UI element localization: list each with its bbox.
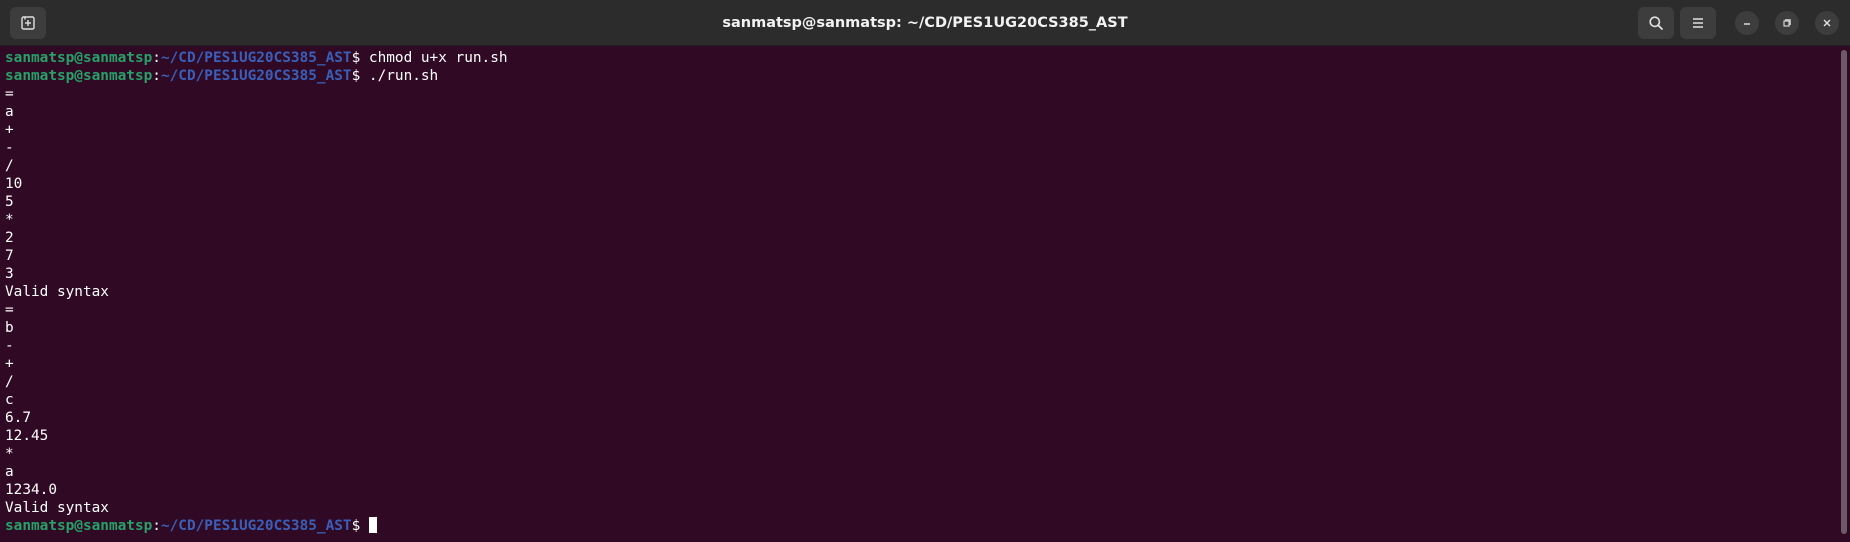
prompt-colon: : <box>152 518 161 534</box>
output-line: a <box>5 104 14 120</box>
command-text: ./run.sh <box>360 68 439 84</box>
prompt-colon: : <box>152 50 161 66</box>
output-line: 3 <box>5 266 14 282</box>
prompt-path: ~/CD/PES1UG20CS385_AST <box>160 50 352 66</box>
command-line: sanmatsp@sanmatsp:~/CD/PES1UG20CS385_AST… <box>5 49 1850 67</box>
close-icon <box>1823 19 1831 27</box>
output-line: / <box>5 374 14 390</box>
output-line: - <box>5 338 14 354</box>
prompt-user-host: sanmatsp@sanmatsp <box>5 518 153 534</box>
prompt-symbol: $ <box>351 518 361 534</box>
output-line: + <box>5 122 14 138</box>
command-line: sanmatsp@sanmatsp:~/CD/PES1UG20CS385_AST… <box>5 67 1850 85</box>
output-line: Valid syntax <box>5 284 109 300</box>
output-line: * <box>5 446 14 462</box>
output-line: 1234.0 <box>5 482 57 498</box>
menu-button[interactable] <box>1680 7 1716 39</box>
output-line: 10 <box>5 176 23 192</box>
prompt-user-host: sanmatsp@sanmatsp <box>5 50 153 66</box>
prompt-path: ~/CD/PES1UG20CS385_AST <box>160 68 352 84</box>
output-line: b <box>5 320 14 336</box>
output-line: * <box>5 212 14 228</box>
maximize-button[interactable] <box>1775 11 1799 35</box>
window-title: sanmatsp@sanmatsp: ~/CD/PES1UG20CS385_AS… <box>722 15 1128 31</box>
output-line: a <box>5 464 14 480</box>
terminal-output[interactable]: sanmatsp@sanmatsp:~/CD/PES1UG20CS385_AST… <box>0 46 1850 542</box>
restore-icon <box>1783 19 1791 27</box>
search-button[interactable] <box>1638 7 1674 39</box>
output-line: Valid syntax <box>5 500 109 516</box>
hamburger-menu-icon <box>1693 18 1703 28</box>
title-bar: sanmatsp@sanmatsp: ~/CD/PES1UG20CS385_AS… <box>0 0 1850 46</box>
search-icon <box>1649 16 1663 30</box>
output-line: = <box>5 86 14 102</box>
output-line: + <box>5 356 14 372</box>
output-line: 12.45 <box>5 428 49 444</box>
prompt-symbol: $ <box>351 68 361 84</box>
minimize-button[interactable] <box>1735 11 1759 35</box>
text-cursor[interactable] <box>368 517 377 533</box>
minimize-icon <box>1744 23 1750 25</box>
scrollbar[interactable] <box>1841 50 1847 534</box>
output-line: - <box>5 140 14 156</box>
close-button[interactable] <box>1815 11 1839 35</box>
terminal-window: sanmatsp@sanmatsp: ~/CD/PES1UG20CS385_AS… <box>0 0 1850 542</box>
command-text: chmod u+x run.sh <box>360 50 508 66</box>
output-line: 2 <box>5 230 14 246</box>
output-line: 6.7 <box>5 410 31 426</box>
prompt-user-host: sanmatsp@sanmatsp <box>5 68 153 84</box>
output-line: / <box>5 158 14 174</box>
prompt-symbol: $ <box>351 50 361 66</box>
prompt-colon: : <box>152 68 161 84</box>
output-line: = <box>5 302 14 318</box>
prompt-path: ~/CD/PES1UG20CS385_AST <box>160 518 352 534</box>
active-prompt-line[interactable]: sanmatsp@sanmatsp:~/CD/PES1UG20CS385_AST… <box>5 517 1850 535</box>
output-line: c <box>5 392 14 408</box>
output-line: 5 <box>5 194 14 210</box>
output-line: 7 <box>5 248 14 264</box>
